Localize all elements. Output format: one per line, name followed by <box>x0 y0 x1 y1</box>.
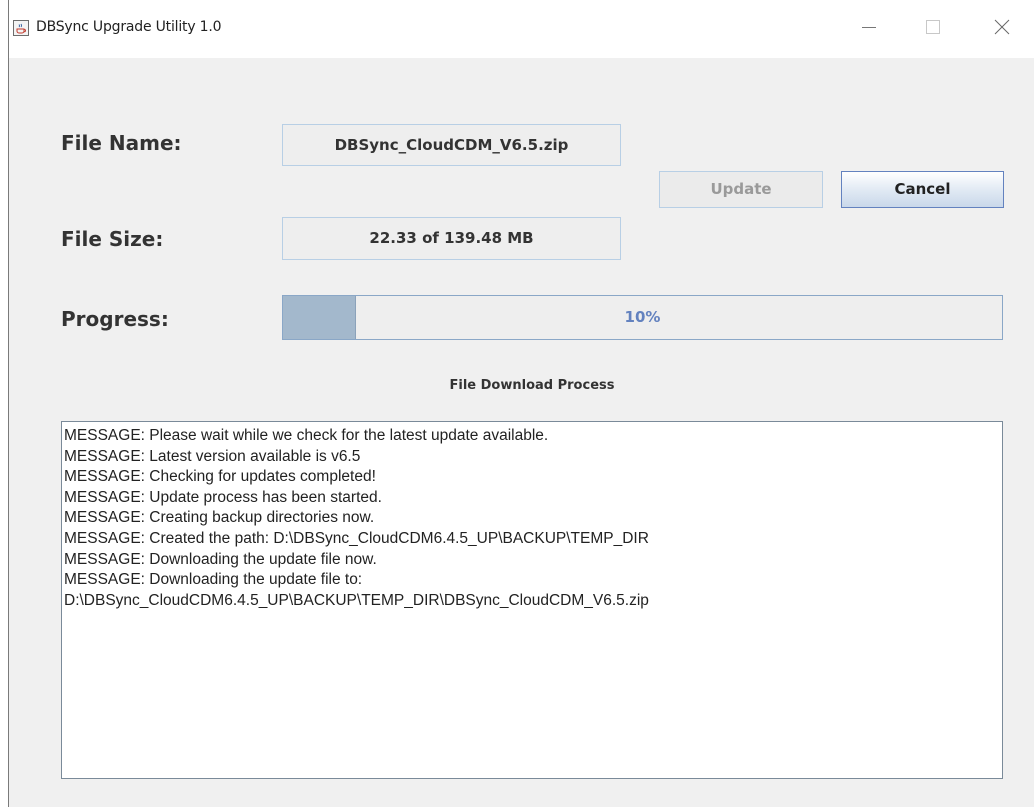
progress-bar: 10% <box>282 295 1003 340</box>
title-bar[interactable]: DBSync Upgrade Utility 1.0 <box>9 0 1034 58</box>
log-text-area[interactable]: MESSAGE: Please wait while we check for … <box>61 421 1003 779</box>
log-line: MESSAGE: Please wait while we check for … <box>64 427 549 444</box>
file-name-value: DBSync_CloudCDM_V6.5.zip <box>282 124 621 166</box>
log-line: D:\DBSync_CloudCDM6.4.5_UP\BACKUP\TEMP_D… <box>64 591 649 609</box>
close-icon <box>994 19 1010 35</box>
minimize-icon <box>862 27 876 28</box>
app-window: DBSync Upgrade Utility 1.0 File Name: DB… <box>8 0 1034 807</box>
file-size-value: 22.33 of 139.48 MB <box>282 217 621 260</box>
log-section-title: File Download Process <box>449 378 615 393</box>
maximize-icon <box>926 20 940 34</box>
java-cup-icon <box>13 20 29 36</box>
log-line: MESSAGE: Latest version available is v6.… <box>64 447 361 465</box>
update-button[interactable]: Update <box>659 171 823 208</box>
log-line: MESSAGE: Created the path: D:\DBSync_Clo… <box>64 529 649 547</box>
window-title: DBSync Upgrade Utility 1.0 <box>36 19 222 35</box>
close-button[interactable] <box>988 13 1016 41</box>
log-line: MESSAGE: Creating backup directories now… <box>64 509 375 527</box>
file-name-label: File Name: <box>61 131 182 155</box>
log-line: MESSAGE: Downloading the update file to: <box>64 571 363 589</box>
cancel-button[interactable]: Cancel <box>841 171 1004 208</box>
log-line: MESSAGE: Update process has been started… <box>64 488 382 506</box>
maximize-button[interactable] <box>919 13 947 41</box>
log-line: MESSAGE: Checking for updates completed! <box>64 468 376 486</box>
progress-percent: 10% <box>624 308 661 326</box>
file-size-label: File Size: <box>61 227 164 251</box>
minimize-button[interactable] <box>855 13 883 41</box>
progress-label: Progress: <box>61 307 169 331</box>
log-line: MESSAGE: Downloading the update file now… <box>64 550 377 568</box>
